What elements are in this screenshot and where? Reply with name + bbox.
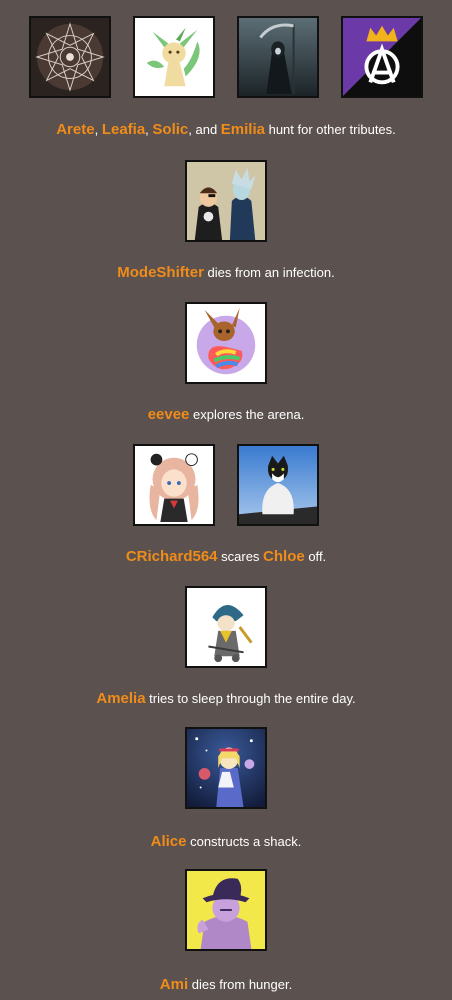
event-1-caption: Arete, Leafia, Solic, and Emilia hunt fo… [0, 121, 452, 139]
caption-text: dies from hunger. [188, 977, 293, 992]
tribute-name-modeshifter: ModeShifter [117, 264, 204, 281]
anarchy-crown-avatar-icon [341, 16, 423, 98]
anime-girl-avatar-icon [133, 444, 215, 526]
event-4-caption: CRichard564 scares Chloe off. [0, 548, 452, 566]
event-6-caption: Alice constructs a shack. [0, 833, 452, 851]
event-3-avatars [0, 302, 452, 384]
tribute-name-amelia: Amelia [96, 690, 146, 707]
reaper-avatar-icon [237, 16, 319, 98]
alice-avatar-icon [185, 727, 267, 809]
caption-text: explores the arena. [189, 407, 305, 422]
mandala-avatar-icon [29, 16, 111, 98]
event-4: CRichard564 scares Chloe off. [0, 444, 452, 565]
event-5-avatars [0, 586, 452, 668]
knight-sketch-avatar-icon [185, 586, 267, 668]
eevee-avatar-icon [185, 302, 267, 384]
event-5: Amelia tries to sleep through the entire… [0, 586, 452, 707]
tribute-name-leafia: Leafia [101, 121, 146, 138]
tribute-name-eevee: eevee [147, 406, 190, 423]
event-2: ModeShifter dies from an infection. [0, 160, 452, 281]
caption-text: , [94, 122, 102, 137]
caption-text: scares [217, 549, 264, 564]
caption-text: , and [188, 122, 221, 137]
tribute-name-arete: Arete [56, 121, 95, 138]
event-5-caption: Amelia tries to sleep through the entire… [0, 690, 452, 708]
leafeon-avatar-icon [133, 16, 215, 98]
event-6: Alice constructs a shack. [0, 727, 452, 850]
tribute-name-crichard564: CRichard564 [125, 548, 218, 565]
duo-portrait-avatar-icon [185, 160, 267, 242]
cat-avatar-icon [237, 444, 319, 526]
caption-text: dies from an infection. [203, 265, 335, 280]
caption-text: hunt for other tributes. [264, 122, 396, 137]
caption-text: off. [304, 549, 327, 564]
hat-figure-avatar-icon [185, 869, 267, 951]
tribute-name-chloe: Chloe [263, 548, 305, 565]
event-1-avatars [0, 16, 452, 98]
caption-text: tries to sleep through the entire day. [145, 691, 356, 706]
event-4-avatars [0, 444, 452, 526]
caption-text: constructs a shack. [186, 834, 302, 849]
event-6-avatars [0, 727, 452, 809]
tribute-name-alice: Alice [150, 833, 187, 850]
event-2-avatars [0, 160, 452, 242]
event-1: Arete, Leafia, Solic, and Emilia hunt fo… [0, 16, 452, 138]
tribute-name-ami: Ami [159, 976, 189, 993]
event-2-caption: ModeShifter dies from an infection. [0, 264, 452, 282]
tribute-name-emilia: Emilia [220, 121, 265, 138]
event-7-avatars [0, 869, 452, 951]
event-3: eevee explores the arena. [0, 302, 452, 423]
event-7: Ami dies from hunger. [0, 869, 452, 993]
event-7-caption: Ami dies from hunger. [0, 976, 452, 994]
tribute-name-solic: Solic [152, 121, 189, 138]
event-3-caption: eevee explores the arena. [0, 406, 452, 424]
